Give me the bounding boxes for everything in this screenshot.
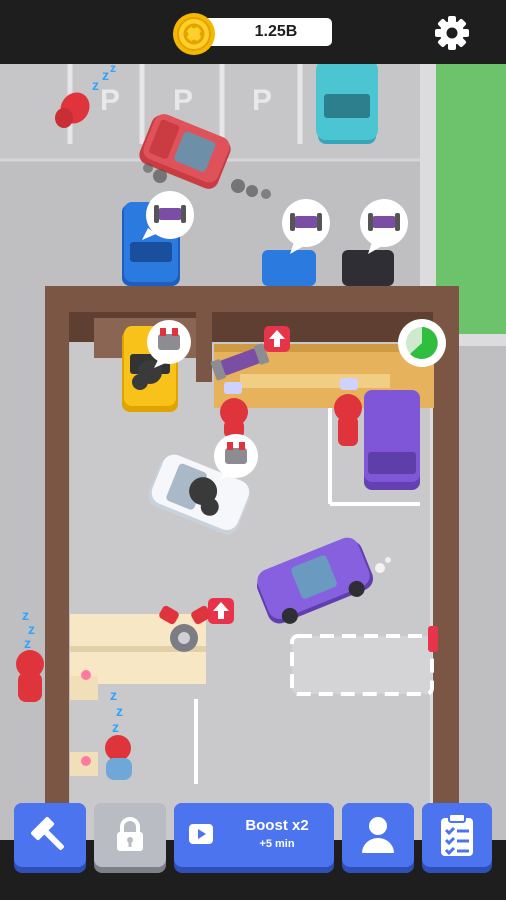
- tasks-button[interactable]: [422, 803, 492, 873]
- gear-icon: [435, 16, 469, 50]
- locked-button[interactable]: [94, 803, 166, 873]
- video-ad-icon: [189, 824, 213, 844]
- upgrade-arrow-icon: [264, 326, 290, 352]
- parking-spot-outline: [290, 634, 434, 696]
- boost-label: Boost x2: [245, 817, 309, 834]
- staff-button[interactable]: [342, 803, 414, 873]
- svg-text:z: z: [102, 67, 109, 83]
- coin-icon: [172, 12, 216, 56]
- svg-text:z: z: [24, 635, 31, 651]
- settings-button[interactable]: [431, 12, 473, 54]
- hammer-icon: [31, 817, 65, 851]
- flower-icon: [81, 756, 91, 766]
- game-screen: 1.25B P P P z z z z z z z z z Boost x2 +…: [0, 0, 506, 900]
- garage-wall: [45, 286, 459, 312]
- svg-text:z: z: [92, 77, 99, 93]
- build-button[interactable]: [14, 803, 86, 873]
- black-car: [342, 250, 394, 286]
- flower-icon: [81, 670, 91, 680]
- garage-wall: [45, 286, 69, 840]
- upgrade-arrow-icon: [208, 598, 234, 624]
- svg-text:z: z: [110, 687, 117, 703]
- person-icon: [362, 817, 394, 853]
- parking-space-label: P: [173, 84, 193, 117]
- lock-icon: [117, 817, 143, 851]
- boost-button[interactable]: Boost x2 +5 min: [174, 803, 334, 873]
- svg-text:z: z: [116, 703, 123, 719]
- progress-timer-icon: [398, 319, 446, 367]
- svg-text:z: z: [112, 719, 119, 735]
- boost-duration: +5 min: [259, 838, 295, 850]
- garage-inner-wall: [196, 312, 212, 382]
- garage-map[interactable]: P P P z z z z z z z z z: [0, 60, 506, 840]
- parking-space-label: P: [252, 84, 272, 117]
- purple-car: [364, 390, 420, 490]
- parking-space-label: P: [100, 84, 120, 117]
- blue-car: [262, 250, 316, 286]
- clipboard-checklist-icon: [441, 813, 473, 856]
- teal-car: [316, 60, 378, 144]
- coin-amount: 1.25B: [254, 23, 298, 40]
- upgrade-arrow-icon: [428, 626, 438, 652]
- garage-wall: [433, 286, 459, 840]
- svg-text:z: z: [110, 64, 116, 75]
- top-bar: 1.25B: [0, 0, 506, 64]
